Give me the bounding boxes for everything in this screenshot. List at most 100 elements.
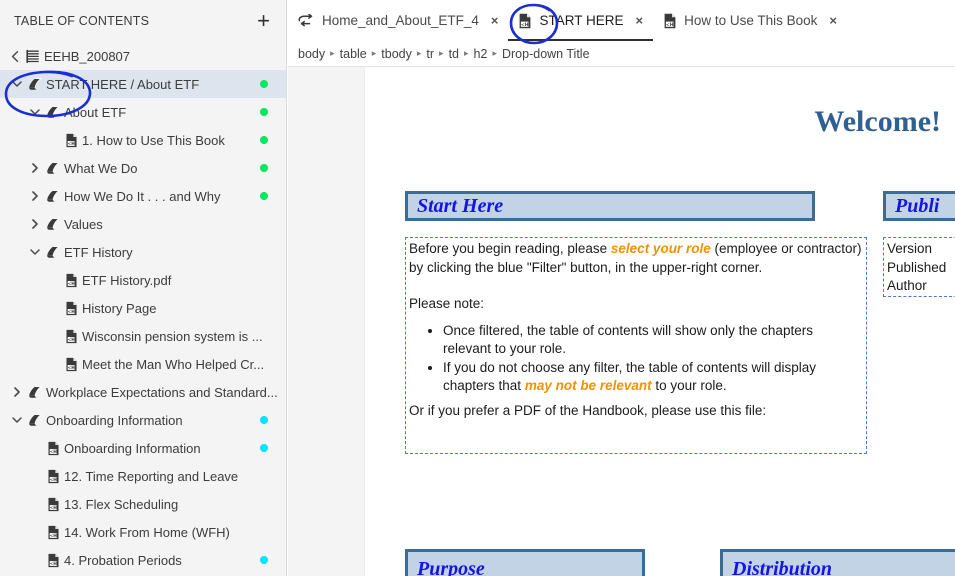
add-topic-button[interactable]: + [255,10,272,32]
toc-item-11[interactable]: Workplace Expectations and Standard... [0,378,286,406]
toc-item-3[interactable]: What We Do [0,154,286,182]
svg-text:<H: <H [521,21,529,27]
chevron-right-icon[interactable] [10,387,24,397]
chevron-down-icon[interactable] [28,108,42,116]
toc-item-label: Values [64,216,103,232]
editor-tab-label: START HERE [539,13,624,28]
toc-item-15[interactable]: <H 13. Flex Scheduling [0,490,286,518]
book-icon [42,245,64,259]
page-icon: <H [42,441,64,456]
toc-item-13[interactable]: <H Onboarding Information [0,434,286,462]
toc-item-10[interactable]: <H Meet the Man Who Helped Cr... [0,350,286,378]
toc-root-item[interactable]: EEHB_200807 [0,42,286,70]
welcome-heading: Welcome! [814,105,941,138]
page-icon: <H [60,357,82,372]
toc-item-label: What We Do [64,160,138,176]
close-icon[interactable]: × [829,13,837,28]
toc-item-label: Meet the Man Who Helped Cr... [82,356,265,372]
toc-item-2[interactable]: <H 1. How to Use This Book [0,126,286,154]
publication-heading-text: Publi [895,194,940,217]
breadcrumb-item-1[interactable]: table [336,47,371,61]
toc-item-0[interactable]: START HERE / About ETF [0,70,286,98]
toc-item-1[interactable]: About ETF [0,98,286,126]
status-dot-green [260,136,268,144]
collapse-left-icon[interactable] [8,50,22,62]
toc-list-icon [22,49,44,64]
close-icon[interactable]: × [635,13,643,28]
breadcrumb-item-0[interactable]: body [294,47,329,61]
document-canvas[interactable]: Welcome! Start Here Publi Before you beg… [365,67,955,576]
toc-item-17[interactable]: <H 4. Probation Periods [0,546,286,574]
breadcrumb: body ▸ table ▸ tbody ▸ tr ▸ td ▸ h2 ▸ Drop-down Titl… [288,41,955,67]
editor-tab-label: Home_and_About_ETF_4 [322,13,479,28]
link-arrows-icon [298,13,315,28]
toc-item-label: 12. Time Reporting and Leave [64,468,239,484]
editor-tab-1[interactable]: <H START HERE × [508,0,653,41]
purpose-heading-box: Purpose [405,549,645,576]
breadcrumb-item-2[interactable]: tbody [377,47,416,61]
status-dot-cyan [260,556,268,564]
status-dot-green [260,164,268,172]
svg-text:<H: <H [666,21,674,27]
status-dot-green [260,108,268,116]
svg-text:<H: <H [67,281,75,287]
chevron-down-icon[interactable] [10,416,24,424]
pdf-closing-line: Or if you prefer a PDF of the Handbook, … [409,402,767,418]
svg-text:<H: <H [49,505,57,511]
distribution-heading-text: Distribution [732,557,833,576]
svg-text:<H: <H [49,533,57,539]
book-icon [24,413,46,427]
page-icon: <H [518,13,532,29]
toc-item-6[interactable]: ETF History [0,238,286,266]
bullet-item-2: If you do not choose any filter, the tab… [443,359,863,396]
toc-item-label: ETF History.pdf [82,272,172,288]
close-icon[interactable]: × [491,13,499,28]
chevron-right-icon[interactable] [28,191,42,201]
editor-tab-label: How to Use This Book [684,13,818,28]
page-icon: <H [60,133,82,148]
start-here-bullet-list: Once filtered, the table of contents wil… [409,322,863,396]
svg-text:<H: <H [67,337,75,343]
status-dot-cyan [260,416,268,424]
book-icon [42,105,64,119]
svg-text:<H: <H [49,449,57,455]
page-icon: <H [60,301,82,316]
chevron-down-icon[interactable] [10,80,24,88]
bullet-item-1: Once filtered, the table of contents wil… [443,322,863,359]
page-icon: <H [42,469,64,484]
purpose-heading-text: Purpose [417,557,485,576]
chevron-right-icon[interactable] [28,163,42,173]
svg-text:<H: <H [67,141,75,147]
toc-item-label: Wisconsin pension system is ... [82,328,263,344]
svg-text:<H: <H [49,561,57,567]
may-not-be-relevant-emphasis: may not be relevant [524,378,652,393]
chevron-right-icon[interactable] [28,219,42,229]
toc-item-12[interactable]: Onboarding Information [0,406,286,434]
toc-panel-title: TABLE OF CONTENTS [14,14,150,28]
breadcrumb-item-4[interactable]: td [445,47,463,61]
toc-item-8[interactable]: <H History Page [0,294,286,322]
distribution-heading-box: Distribution [720,549,955,576]
toc-item-16[interactable]: <H 14. Work From Home (WFH) [0,518,286,546]
toc-item-5[interactable]: Values [0,210,286,238]
toc-item-7[interactable]: <H ETF History.pdf [0,266,286,294]
publication-row-author: Author [887,278,927,293]
editor-tab-0[interactable]: Home_and_About_ETF_4 × [288,0,508,41]
breadcrumb-item-5[interactable]: h2 [470,47,492,61]
page-icon: <H [60,329,82,344]
book-icon [42,217,64,231]
toc-item-14[interactable]: <H 12. Time Reporting and Leave [0,462,286,490]
toc-root-label: EEHB_200807 [44,48,131,64]
chevron-down-icon[interactable] [28,248,42,256]
toc-item-4[interactable]: How We Do It . . . and Why [0,182,286,210]
breadcrumb-item-3[interactable]: tr [422,47,438,61]
table-of-contents-panel: TABLE OF CONTENTS + EEHB_200807 START HE… [0,0,287,576]
toc-item-label: History Page [82,300,157,316]
breadcrumb-item-6[interactable]: Drop-down Title [498,47,594,61]
page-icon: <H [42,525,64,540]
start-here-paragraph-1: Before you begin reading, please select … [409,240,863,277]
editor-tab-2[interactable]: <H How to Use This Book × [653,0,847,41]
toc-item-9[interactable]: <H Wisconsin pension system is ... [0,322,286,350]
toc-item-label: Workplace Expectations and Standard... [46,384,278,400]
paragraph-spacer-1 [409,277,863,295]
